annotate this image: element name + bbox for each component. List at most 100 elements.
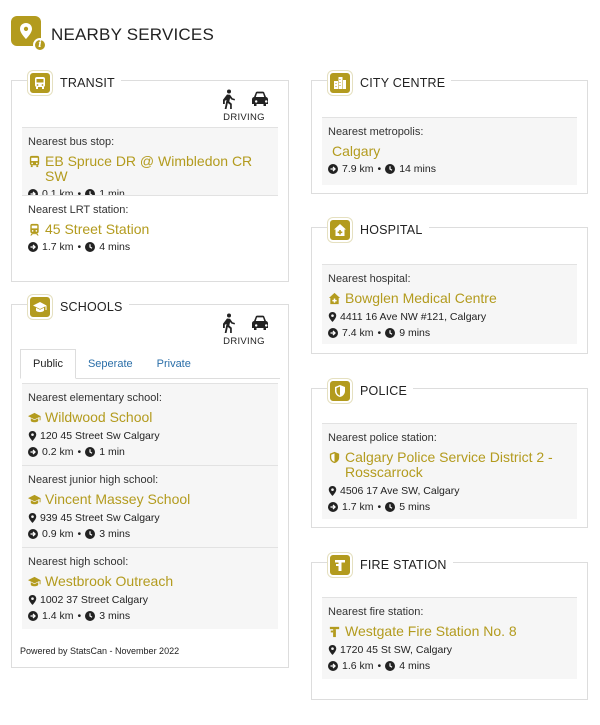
junior-high-address: 939 45 Street Sw Calgary: [40, 512, 160, 524]
house-medical-icon: [328, 292, 341, 305]
arrow-right-icon: [328, 502, 338, 512]
fire-station-distance: 1.6 km: [342, 660, 374, 672]
hospital-card: HOSPITAL Nearest hospital: Bowglen Medic…: [311, 218, 588, 354]
elementary-address: 120 45 Street Sw Calgary: [40, 430, 160, 442]
footer-attribution: Powered by StatsCan - November 2022: [20, 646, 180, 656]
lrt-station-link[interactable]: 45 Street Station: [28, 222, 272, 237]
fire-station-card-header: FIRE STATION: [328, 553, 453, 577]
hospital-distance: 7.4 km: [342, 327, 374, 339]
fire-station-name: Westgate Fire Station No. 8: [345, 623, 517, 639]
fire-hydrant-icon: [329, 626, 340, 638]
shield-icon: [328, 379, 352, 403]
junior-high-link[interactable]: Vincent Massey School: [28, 492, 272, 507]
fire-station-address-row: 1720 45 St SW, Calgary: [328, 644, 571, 656]
map-pin-icon: [328, 312, 337, 322]
walking-icon[interactable]: [218, 89, 238, 109]
fire-station-title: FIRE STATION: [360, 558, 447, 572]
junior-high-name: Vincent Massey School: [45, 491, 191, 507]
tab-public[interactable]: Public: [20, 349, 76, 379]
transit-lrt-station: Nearest LRT station: 45 Street Station 1…: [22, 195, 278, 263]
elementary-distance: 0.2 km: [42, 446, 74, 458]
car-icon[interactable]: [250, 313, 270, 333]
tab-seperate[interactable]: Seperate: [76, 349, 145, 379]
police-section: Nearest police station: Calgary Police S…: [322, 423, 577, 519]
transit-bus-stop: Nearest bus stop: EB Spruce DR @ Wimbled…: [22, 127, 278, 200]
clock-icon: [85, 611, 95, 621]
hospital-name: Bowglen Medical Centre: [345, 290, 497, 306]
train-icon: [30, 223, 39, 236]
map-pin-icon: [28, 595, 37, 605]
bus-stop-link[interactable]: EB Spruce DR @ Wimbledon CR SW: [28, 154, 272, 184]
graduation-cap-icon: [28, 576, 41, 587]
transit-card-header: TRANSIT: [28, 71, 121, 95]
arrow-right-icon: [28, 529, 38, 539]
arrow-right-icon: [28, 447, 38, 457]
junior-high-distance: 0.9 km: [42, 528, 74, 540]
junior-high-label: Nearest junior high school:: [28, 474, 159, 486]
fire-hydrant-icon: [328, 553, 352, 577]
transit-mode-selector: DRIVING: [218, 89, 270, 123]
map-pin-icon: [328, 486, 337, 496]
transit-mode-label: DRIVING: [223, 112, 265, 123]
tab-private[interactable]: Private: [145, 349, 203, 379]
clock-icon: [385, 661, 395, 671]
city-centre-title: CITY CENTRE: [360, 76, 446, 90]
schools-mode-label: DRIVING: [223, 336, 265, 347]
hospital-label: Nearest hospital:: [328, 273, 411, 285]
hospital-link[interactable]: Bowglen Medical Centre: [328, 291, 571, 306]
shield-icon: [329, 451, 340, 464]
bus-stop-name: EB Spruce DR @ Wimbledon CR SW: [45, 153, 253, 184]
police-link[interactable]: Calgary Police Service District 2 - Ross…: [328, 450, 571, 480]
police-address-row: 4506 17 Ave SW, Calgary: [328, 485, 571, 497]
fire-station-time: 4 mins: [399, 660, 431, 672]
metropolis-link[interactable]: Calgary: [332, 144, 571, 159]
high-school-link[interactable]: Westbrook Outreach: [28, 574, 272, 589]
city-buildings-icon: [328, 71, 352, 95]
hospital-time: 9 mins: [399, 327, 431, 339]
city-centre-section: Nearest metropolis: Calgary 7.9 km • 14 …: [322, 117, 577, 185]
schools-mode-selector: DRIVING: [218, 313, 270, 347]
arrow-right-icon: [328, 661, 338, 671]
fire-station-link[interactable]: Westgate Fire Station No. 8: [328, 624, 571, 639]
page-title: NEARBY SERVICES: [51, 25, 214, 44]
fire-station-section: Nearest fire station: Westgate Fire Stat…: [322, 597, 577, 679]
schools-card-header: SCHOOLS: [28, 295, 129, 319]
map-pin-icon: [28, 513, 37, 523]
school-type-tabs: Public Seperate Private: [20, 349, 280, 379]
location-info-icon: i: [11, 16, 47, 52]
walking-icon[interactable]: [218, 313, 238, 333]
map-pin-icon: [28, 431, 37, 441]
clock-icon: [385, 164, 395, 174]
schools-title: SCHOOLS: [60, 300, 123, 314]
car-icon[interactable]: [250, 89, 270, 109]
elementary-label: Nearest elementary school:: [28, 392, 162, 404]
hospital-icon: [328, 218, 352, 242]
info-icon: i: [33, 38, 47, 52]
hospital-title: HOSPITAL: [360, 223, 423, 237]
junior-high-address-row: 939 45 Street Sw Calgary: [28, 512, 272, 524]
bus-icon: [29, 155, 40, 168]
fire-station-label: Nearest fire station:: [328, 606, 424, 618]
police-time: 5 mins: [399, 501, 431, 513]
arrow-right-icon: [328, 164, 338, 174]
arrow-right-icon: [28, 242, 38, 252]
clock-icon: [85, 529, 95, 539]
high-school-meta: 1.4 km • 3 mins: [28, 610, 272, 622]
police-meta: 1.7 km • 5 mins: [328, 501, 571, 513]
elementary-link[interactable]: Wildwood School: [28, 410, 272, 425]
hospital-card-header: HOSPITAL: [328, 218, 429, 242]
elementary-address-row: 120 45 Street Sw Calgary: [28, 430, 272, 442]
bus-stop-label: Nearest bus stop:: [28, 136, 115, 148]
graduation-cap-icon: [28, 494, 41, 505]
city-centre-card-header: CITY CENTRE: [328, 71, 452, 95]
police-name: Calgary Police Service District 2 - Ross…: [345, 449, 553, 480]
high-school-distance: 1.4 km: [42, 610, 74, 622]
hospital-address-row: 4411 16 Ave NW #121, Calgary: [328, 311, 571, 323]
fire-station-address: 1720 45 St SW, Calgary: [340, 644, 453, 656]
metropolis-time: 14 mins: [399, 163, 436, 175]
metropolis-meta: 7.9 km • 14 mins: [328, 163, 571, 175]
high-school: Nearest high school: Westbrook Outreach …: [22, 547, 278, 629]
metropolis-name: Calgary: [332, 143, 381, 159]
lrt-station-distance: 1.7 km: [42, 241, 74, 253]
schools-card: SCHOOLS DRIVING Public Seperate Private …: [11, 295, 289, 668]
